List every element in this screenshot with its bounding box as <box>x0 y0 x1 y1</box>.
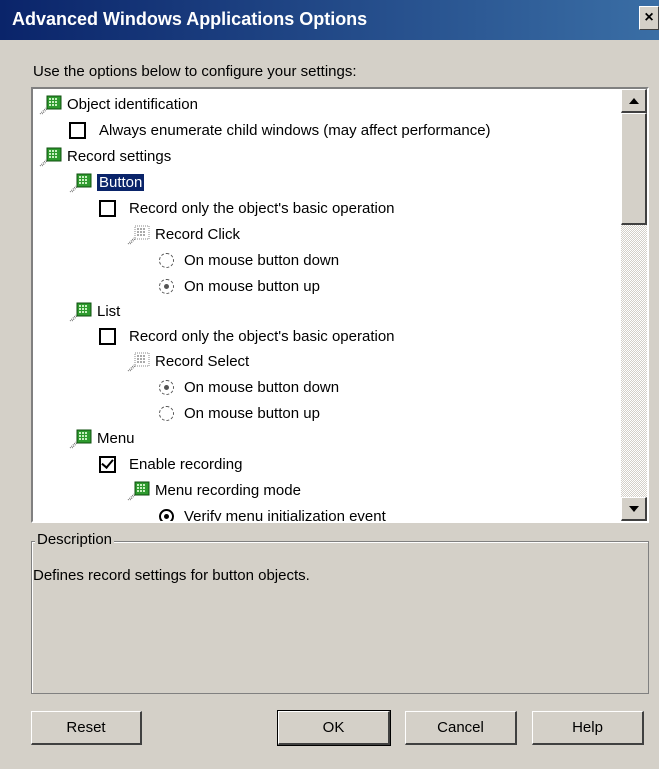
settings-page-icon <box>127 223 151 245</box>
settings-tree[interactable]: Object identification Always enumerate c… <box>31 87 649 523</box>
arrow-up-icon <box>629 98 639 104</box>
window-title: Advanced Windows Applications Options <box>12 9 368 29</box>
tree-node-label: Menu recording mode <box>155 481 301 499</box>
scroll-up-button[interactable] <box>621 89 647 113</box>
button-mouse-down-option[interactable]: On mouse button down <box>159 248 339 272</box>
tree-node-label: Object identification <box>67 95 198 113</box>
options-dialog: Advanced Windows Applications Options × … <box>0 0 659 769</box>
enable-recording-option[interactable]: Enable recording <box>99 452 242 476</box>
tree-node-record-settings[interactable]: Record settings <box>39 144 171 168</box>
always-enumerate-option[interactable]: Always enumerate child windows (may affe… <box>69 118 491 142</box>
ok-button[interactable]: OK <box>277 710 391 746</box>
button-mouse-up-label: On mouse button up <box>184 277 320 295</box>
tree-node-label: Record Select <box>155 352 250 370</box>
vertical-scrollbar[interactable] <box>621 89 647 521</box>
settings-page-icon <box>127 350 151 372</box>
tree-node-object-identification[interactable]: Object identification <box>39 92 198 116</box>
verify-menu-init-radio[interactable] <box>159 508 174 521</box>
cancel-button[interactable]: Cancel <box>405 711 517 745</box>
settings-group-icon <box>69 427 93 449</box>
enable-recording-label: Enable recording <box>129 455 243 473</box>
enable-recording-checkbox[interactable] <box>99 455 116 473</box>
description-legend: Description <box>35 531 115 548</box>
tree-node-menu[interactable]: Menu <box>69 426 135 450</box>
tree-content: Object identification Always enumerate c… <box>33 89 622 521</box>
description-text: Defines record settings for button objec… <box>33 567 310 584</box>
close-button[interactable]: × <box>639 6 659 30</box>
tree-node-record-select[interactable]: Record Select <box>127 349 249 373</box>
button-mouse-up-radio[interactable] <box>159 278 174 294</box>
settings-group-icon <box>69 171 93 193</box>
settings-group-icon <box>39 145 63 167</box>
list-mouse-down-radio[interactable] <box>159 379 174 395</box>
button-mouse-up-option[interactable]: On mouse button up <box>159 274 320 298</box>
list-basic-op-label: Record only the object's basic operation <box>129 327 395 345</box>
list-mouse-down-label: On mouse button down <box>184 378 340 396</box>
description-group <box>31 541 649 694</box>
tree-node-label-selected: Button <box>97 173 145 191</box>
list-mouse-up-label: On mouse button up <box>184 404 320 422</box>
tree-node-label: Menu <box>97 429 135 447</box>
list-basic-op-checkbox[interactable] <box>99 327 116 345</box>
title-bar[interactable]: Advanced Windows Applications Options × <box>0 0 659 40</box>
verify-menu-init-option[interactable]: Verify menu initialization event <box>159 504 386 521</box>
button-basic-op-label: Record only the object's basic operation <box>129 199 395 217</box>
always-enumerate-label: Always enumerate child windows (may affe… <box>99 121 491 139</box>
button-mouse-down-radio[interactable] <box>159 252 174 268</box>
instructions-text: Use the options below to configure your … <box>33 63 357 80</box>
settings-group-icon <box>127 479 151 501</box>
verify-menu-init-label: Verify menu initialization event <box>184 507 386 522</box>
reset-button[interactable]: Reset <box>31 711 142 745</box>
settings-group-icon <box>69 300 93 322</box>
always-enumerate-checkbox[interactable] <box>69 121 86 139</box>
scroll-down-button[interactable] <box>621 497 647 521</box>
button-basic-op-checkbox[interactable] <box>99 199 116 217</box>
tree-node-label: List <box>97 302 121 320</box>
scroll-thumb[interactable] <box>621 113 647 225</box>
tree-node-label: Record settings <box>67 147 172 165</box>
button-basic-op-option[interactable]: Record only the object's basic operation <box>99 196 395 220</box>
settings-group-icon <box>39 93 63 115</box>
tree-node-menu-recording-mode[interactable]: Menu recording mode <box>127 478 301 502</box>
list-mouse-down-option[interactable]: On mouse button down <box>159 375 339 399</box>
arrow-down-icon <box>629 506 639 512</box>
list-mouse-up-radio[interactable] <box>159 405 174 421</box>
tree-node-label: Record Click <box>155 225 241 243</box>
tree-node-list[interactable]: List <box>69 299 120 323</box>
tree-node-button[interactable]: Button <box>69 170 145 194</box>
button-mouse-down-label: On mouse button down <box>184 251 340 269</box>
list-basic-op-option[interactable]: Record only the object's basic operation <box>99 324 395 348</box>
list-mouse-up-option[interactable]: On mouse button up <box>159 401 320 425</box>
help-button[interactable]: Help <box>532 711 644 745</box>
tree-node-record-click[interactable]: Record Click <box>127 222 240 246</box>
